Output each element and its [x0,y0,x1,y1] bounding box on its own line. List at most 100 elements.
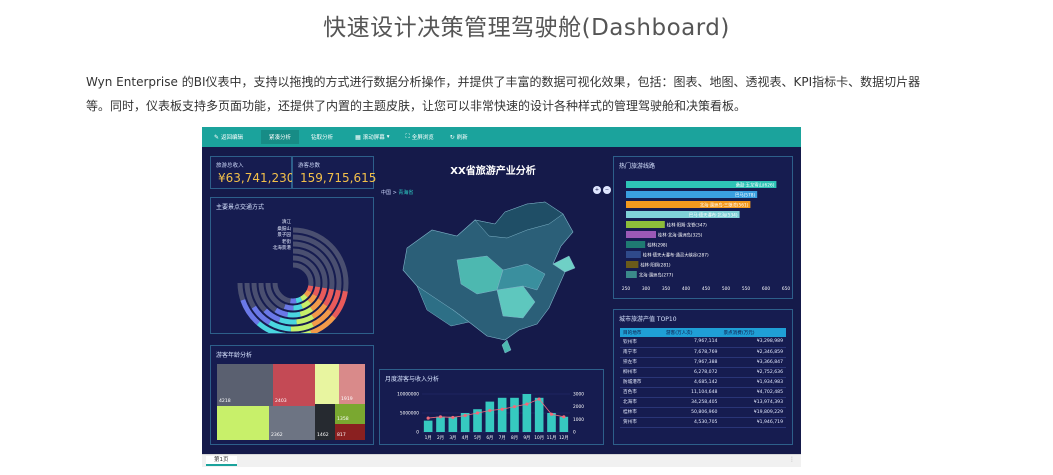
table-cell: 防城港市 [620,377,664,388]
route-label: 北海·涠洲岛(277) [639,271,674,278]
route-bar [626,231,656,238]
route-label: 桂林·德天大瀑布·通灵大峡谷(287) [643,251,709,258]
month-bar [497,397,507,432]
map-title: XX省旅游产业分析 [450,166,536,177]
income-point [525,402,529,406]
table-header[interactable]: 景点消费(万元) [720,328,786,337]
y-left-tick-label: 5000000 [400,411,419,417]
toolbar-compact-analysis[interactable]: 紧凑分析 [261,130,300,144]
table-cell: 50,806,960 [663,407,721,418]
table-cell: 34,258,405 [663,397,721,408]
more-icon[interactable]: ⋮ [789,456,795,463]
month-bar [485,401,495,432]
table-icon: ▦ [355,133,361,141]
table-cell: ¥2,752,636 [720,367,786,378]
table-cell: ¥4,702,485 [720,387,786,398]
route-label: 桑鼓·玉龙雪山(626) [736,181,775,188]
table-row: 贺州市 4,530,705 ¥1,946,719 [620,417,786,428]
x-tick-label: 250 [622,286,630,292]
treemap-cell: 1462 [315,404,335,440]
treemap-cell: 2403 [273,364,315,406]
table-cell: ¥3,298,989 [720,337,786,348]
treemap-cell: 2362 [269,406,315,440]
map-region [501,339,512,354]
month-bar [423,420,433,432]
route-bar [626,271,637,278]
dashboard-toolbar: ✎ 返回编辑 紧凑分析 钻取分析 ▦ 滚动屏幕 ▾ ⛶ 全屏浏览 ↻ 刷新 [202,127,801,147]
sheet-tab-1[interactable]: 第1页 [206,456,237,466]
table-header[interactable]: 目的地市 [620,328,664,337]
x-tick-label: 650 [782,286,790,292]
radial-segment [295,296,303,304]
table-cell: 7,678,769 [663,347,721,358]
table-cell: 崇左市 [620,357,664,368]
page-title: 快速设计决策管理驾驶舱(Dashboard) [323,15,730,41]
routes-panel: 热门旅游线路 桑鼓·玉龙雪山(626) 巴马(578) 北海·涠洲岛·三娘湾(561… [613,156,793,299]
x-tick-label: 12月 [559,435,569,441]
kpi-revenue-card: 旅游总收入 ¥63,741,230 [210,156,294,189]
radial-segment [287,311,301,318]
table-row: 百色市 11,104,648 ¥4,702,485 [620,387,786,398]
table-cell: 11,104,648 [663,387,721,398]
month-bar [436,416,445,432]
income-point [451,415,455,420]
month-bar [559,416,569,432]
route-label: 巴马(578) [735,191,755,198]
y-right-tick-label: 1000 [573,417,584,423]
route-label: 桂林·北海·涠洲岛(325) [658,231,703,238]
toolbar-drill-analysis[interactable]: 钻取分析 [307,130,337,144]
toolbar-back-edit[interactable]: ✎ 返回编辑 [210,130,247,144]
route-label: 桂林·阳朔·龙脊(347) [667,221,707,228]
monthly-combo-chart: 10000000 5000000 0 3000 2000 1000 0 1月 2月 3月 4月 5月 6… [397,392,584,442]
radial-segment [278,317,297,325]
city-table: 目的地市 游客(万人次) 景点消费(万元) 钦州市 7,967,114 ¥3,298… [620,328,786,428]
table-cell: 7,967,114 [663,337,721,348]
x-tick-label: 400 [682,286,690,292]
table-row: 桂林市 50,806,960 ¥19,809,229 [620,407,786,418]
income-point [475,411,480,415]
table-cell: 桂林市 [620,407,664,418]
toolbar-fullscreen[interactable]: ⛶ 全屏浏览 [402,130,438,144]
income-point [512,405,517,409]
table-cell: 4,530,705 [663,417,721,428]
table-cell: ¥2,346,859 [720,347,786,358]
table-cell: 柳州市 [620,367,664,378]
kpi-visitors-label: 游客总数 [298,163,321,169]
china-map [402,201,576,354]
table-row: 南宁市 7,678,769 ¥2,346,859 [620,347,786,358]
table-header[interactable]: 游客(万人次) [663,328,721,337]
table-cell: ¥1,946,719 [720,417,786,428]
income-point [463,413,467,418]
x-tick-label: 600 [762,286,770,292]
table-cell: 百色市 [620,387,664,398]
table-cell: 贺州市 [620,417,664,428]
table-cell: ¥13,974,393 [720,397,786,408]
income-point [562,415,566,419]
table-cell: ¥1,934,983 [720,377,786,388]
table-cell: 6,278,072 [663,367,721,378]
chevron-down-icon: ▾ [386,134,390,140]
radial-segment [274,307,289,318]
x-tick-label: 500 [722,286,730,292]
treemap-cell: 1919 [339,364,365,404]
x-tick-label: 300 [642,286,650,292]
route-label: 桂林(298) [647,241,667,248]
x-tick-label: 11月 [547,435,557,441]
table-cell: 北海市 [620,397,664,408]
intro-text: Wyn Enterprise 的BI仪表中，支持以拖拽的方式进行数据分析操作，并… [86,70,966,118]
x-tick-label: 8月 [511,435,518,441]
income-point [537,397,541,401]
pencil-icon: ✎ [214,133,220,141]
table-cell: 钦州市 [620,337,664,348]
dashboard-screenshot: ✎ 返回编辑 紧凑分析 钻取分析 ▦ 滚动屏幕 ▾ ⛶ 全屏浏览 ↻ 刷新 旅游总收入 ¥… [202,127,801,467]
x-tick-label: 6月 [486,435,493,441]
toolbar-refresh[interactable]: ↻ 刷新 [446,130,472,144]
x-tick-label: 10月 [534,435,544,441]
table-cell: 南宁市 [620,347,664,358]
toolbar-scroll-screen[interactable]: ▦ 滚动屏幕 ▾ [351,130,393,144]
transport-legend: 滇江 桑鼓山 景子园 老街 北海景港 [261,220,291,253]
route-bar [626,261,639,268]
table-cell: ¥19,809,229 [720,407,786,418]
radial-segment [307,293,318,304]
table-row: 崇左市 7,967,388 ¥3,366,847 [620,357,786,368]
